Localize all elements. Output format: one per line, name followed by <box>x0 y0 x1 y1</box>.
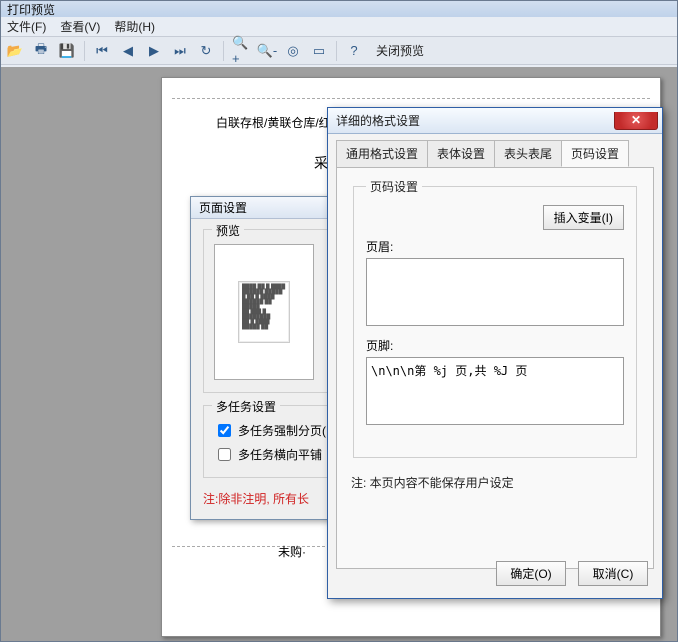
separator <box>84 41 85 61</box>
zoom-out-button[interactable]: 🔍- <box>257 41 277 61</box>
horizontal-tile-label: 多任务横向平铺 <box>238 446 322 463</box>
menu-help[interactable]: 帮助(H) <box>114 18 155 35</box>
window-titlebar: 打印预览 <box>1 1 677 17</box>
zoom-in-button[interactable]: 🔍+ <box>231 41 251 61</box>
force-paging-checkbox[interactable] <box>218 424 231 437</box>
tab-general[interactable]: 通用格式设置 <box>336 140 428 167</box>
page-number-legend: 页码设置 <box>366 178 422 195</box>
horizontal-tile-checkbox[interactable] <box>218 448 231 461</box>
header-field-label: 页眉: <box>366 238 624 255</box>
first-page-button[interactable]: ⏮ <box>92 41 112 61</box>
tab-header-footer[interactable]: 表头表尾 <box>494 140 562 167</box>
margin-line <box>172 98 650 99</box>
page-settings-title: 页面设置 <box>199 199 247 216</box>
footer-textarea[interactable] <box>366 357 624 425</box>
separator <box>223 41 224 61</box>
window-title: 打印预览 <box>7 1 55 18</box>
refresh-button[interactable]: ↻ <box>196 41 216 61</box>
page-number-fieldset: 页码设置 插入变量(I) 页眉: 页脚: <box>353 178 637 458</box>
detail-format-dialog: 详细的格式设置 ✕ 通用格式设置 表体设置 表头表尾 页码设置 页码设置 插入变… <box>327 107 663 599</box>
close-icon: ✕ <box>631 113 641 127</box>
fit-page-button[interactable]: ▭ <box>309 41 329 61</box>
next-page-button[interactable]: ▶ <box>144 41 164 61</box>
close-preview-link[interactable]: 关闭预览 <box>376 42 424 59</box>
multitask-group-label: 多任务设置 <box>212 398 280 415</box>
page-number-note: 注: 本页内容不能保存用户设定 <box>351 474 639 491</box>
tab-page-number[interactable]: 页码设置 <box>561 140 629 167</box>
separator <box>336 41 337 61</box>
menu-file[interactable]: 文件(F) <box>7 18 46 35</box>
force-paging-label: 多任务强制分页( <box>238 422 326 439</box>
toolbar: 📂 🖶 💾 ⏮ ◀ ▶ ⏭ ↻ 🔍+ 🔍- ◎ ▭ ? 关闭预览 <box>1 37 677 65</box>
last-page-button[interactable]: ⏭ <box>170 41 190 61</box>
print-button[interactable]: 🖶 <box>31 41 51 61</box>
save-button[interactable]: 💾 <box>57 41 77 61</box>
menu-view[interactable]: 查看(V) <box>60 18 100 35</box>
ok-button[interactable]: 确定(O) <box>496 561 566 586</box>
fit-width-button[interactable]: ◎ <box>283 41 303 61</box>
insert-variable-button[interactable]: 插入变量(I) <box>543 205 624 230</box>
prev-page-button[interactable]: ◀ <box>118 41 138 61</box>
page-footer-text: 未购· <box>278 543 306 560</box>
preview-group-label: 预览 <box>212 222 244 239</box>
open-button[interactable]: 📂 <box>5 41 25 61</box>
tab-strip: 通用格式设置 表体设置 表头表尾 页码设置 <box>328 134 662 167</box>
help-button[interactable]: ? <box>344 41 364 61</box>
preview-thumbnail-content: ████ ██ █ ██████████ ██████ ██ █ ███████… <box>238 281 290 343</box>
tab-panel-page-number: 页码设置 插入变量(I) 页眉: 页脚: 注: 本页内容不能保存用户设定 <box>336 167 654 569</box>
preview-thumbnail: ████ ██ █ ██████████ ██████ ██ █ ███████… <box>214 244 314 380</box>
header-textarea[interactable] <box>366 258 624 326</box>
dialog-button-row: 确定(O) 取消(C) <box>496 561 648 586</box>
tab-body[interactable]: 表体设置 <box>427 140 495 167</box>
detail-dialog-title: 详细的格式设置 <box>336 112 614 129</box>
cancel-button[interactable]: 取消(C) <box>578 561 648 586</box>
menu-bar: 文件(F) 查看(V) 帮助(H) <box>1 17 677 37</box>
footer-field-label: 页脚: <box>366 337 624 354</box>
detail-dialog-titlebar[interactable]: 详细的格式设置 ✕ <box>328 108 662 134</box>
close-button[interactable]: ✕ <box>614 112 658 130</box>
